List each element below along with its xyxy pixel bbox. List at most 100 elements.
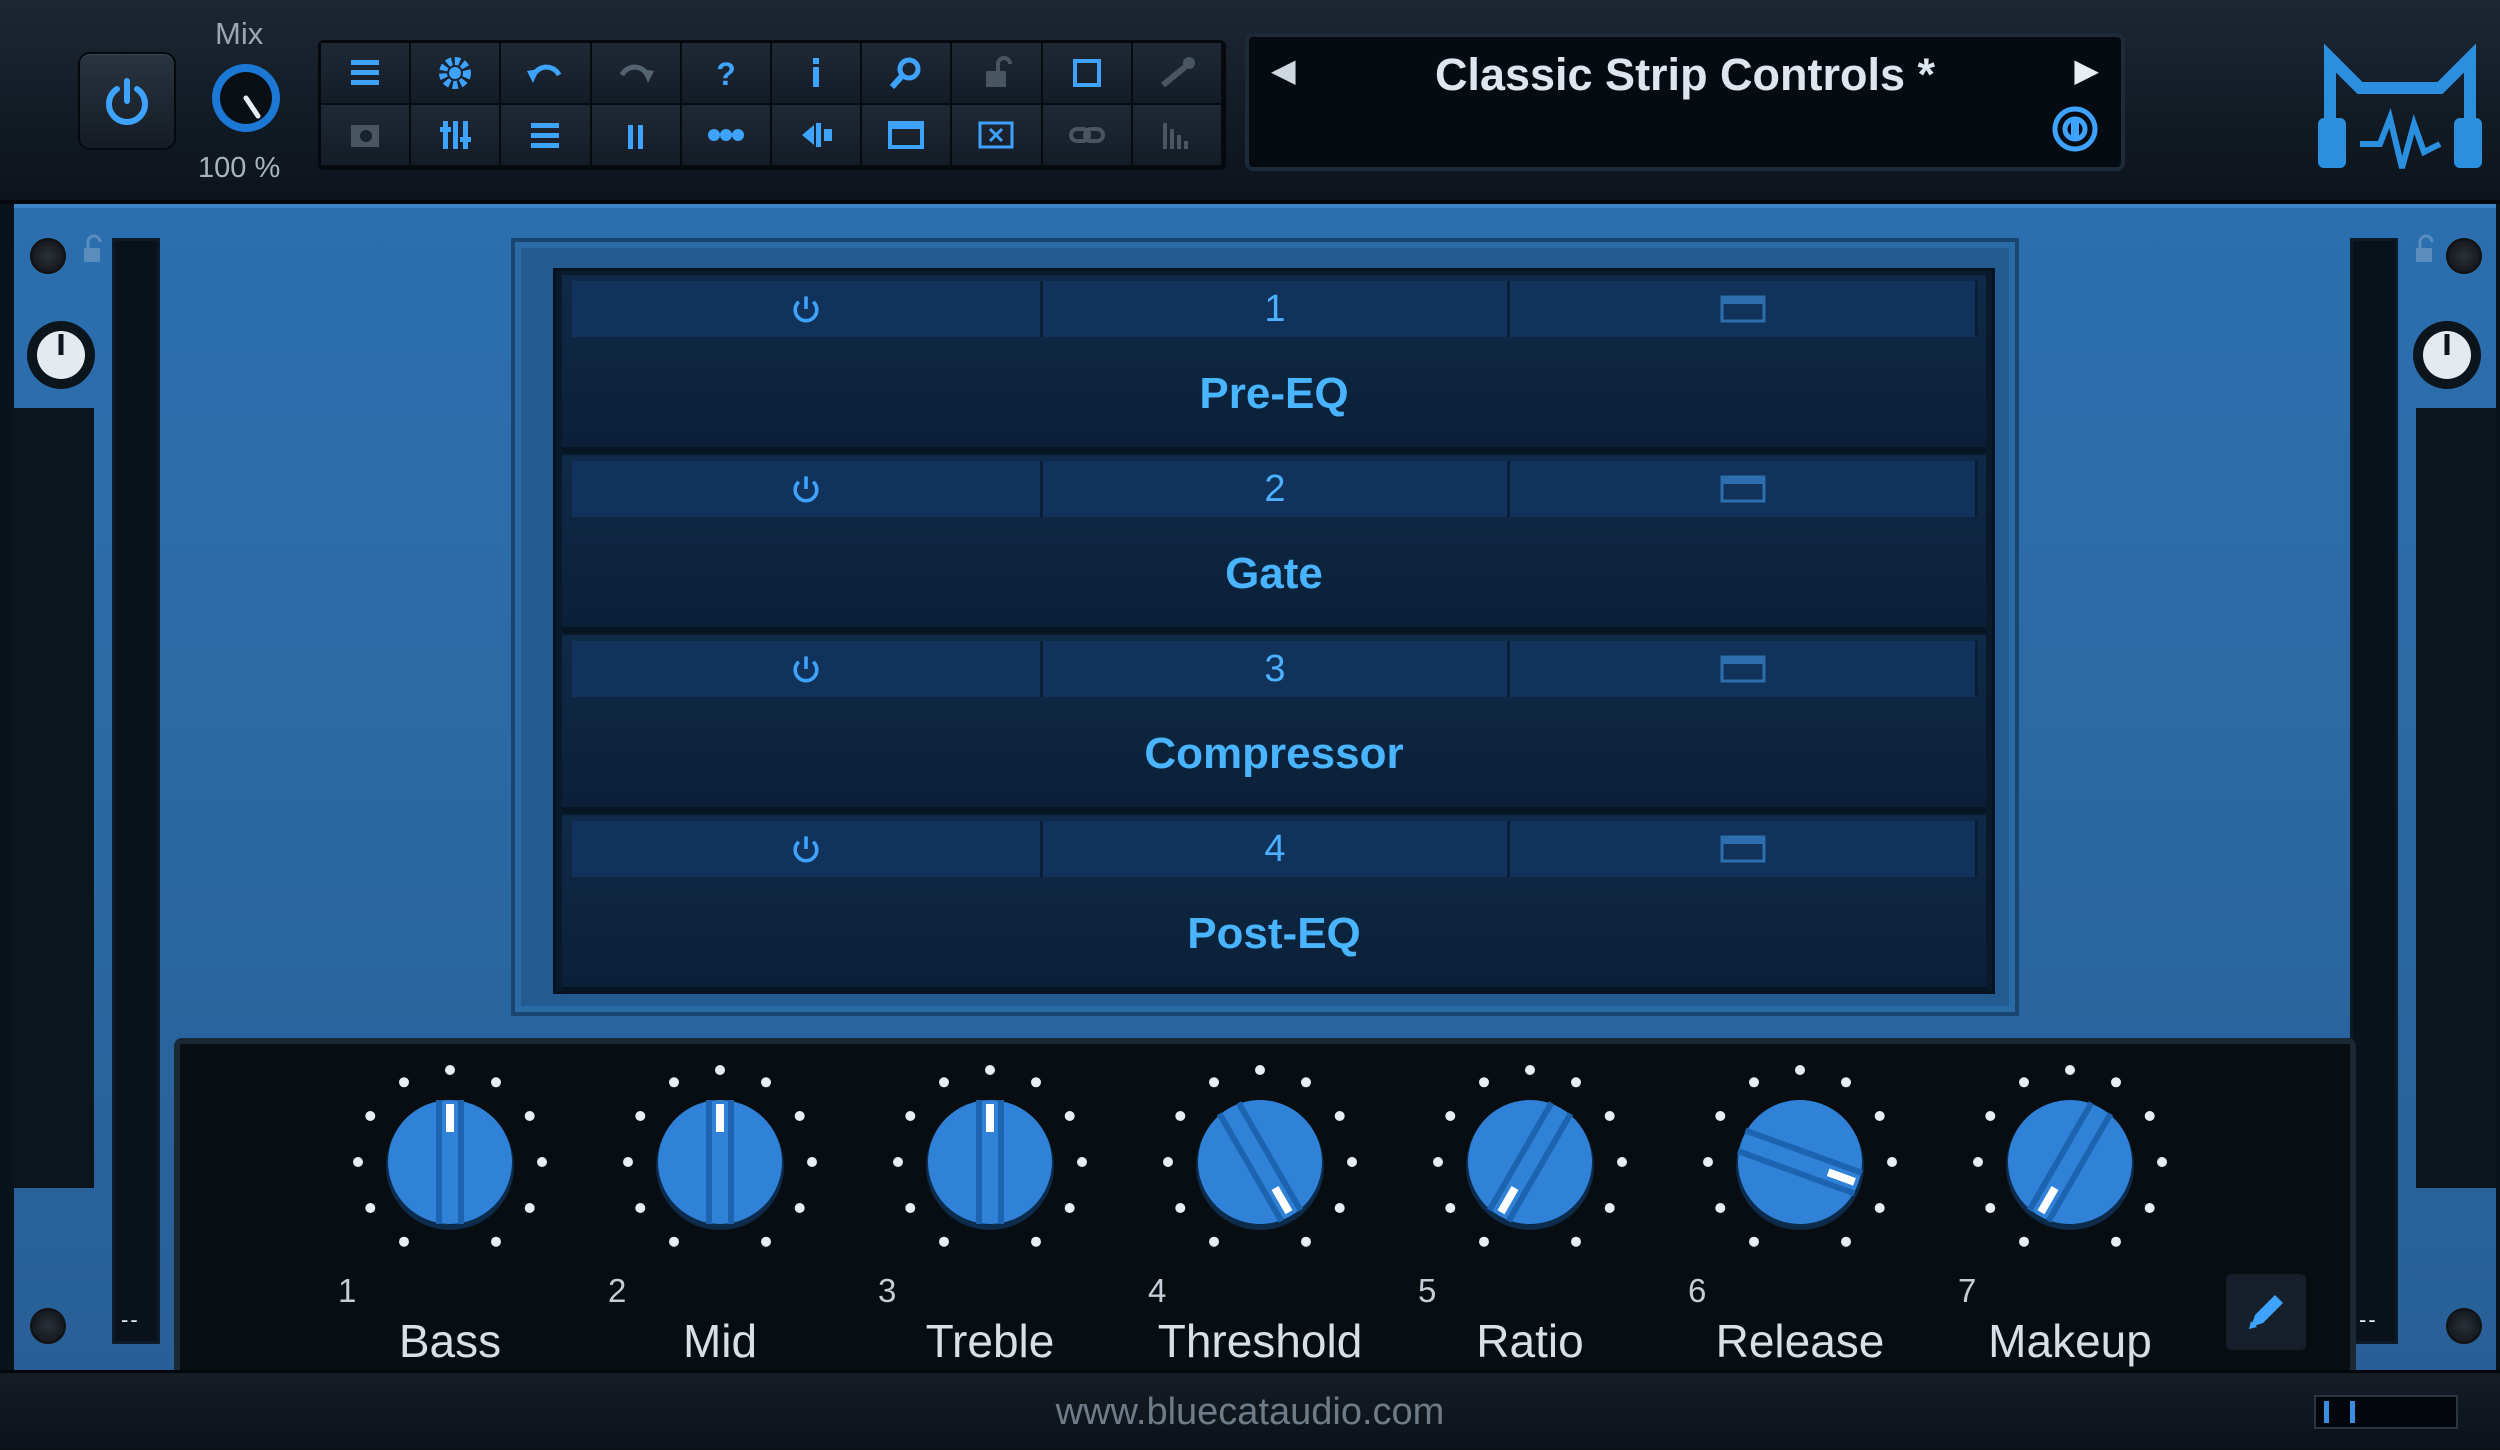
menu-icon <box>351 60 380 85</box>
knob-label: Makeup <box>1988 1315 2152 1367</box>
editor-window-icon <box>1720 655 1765 683</box>
top-bar: Mix 100 % ? ◀ Classic Strip Controls * ▶ <box>0 0 2500 204</box>
grid-button[interactable] <box>501 105 592 167</box>
chain-icon <box>707 129 744 141</box>
slot-bypass-button[interactable] <box>572 461 1043 517</box>
sliders-button[interactable] <box>411 105 502 167</box>
blue-cat-logo <box>2318 43 2482 169</box>
lock-icon[interactable] <box>70 230 110 270</box>
knob-dial[interactable] <box>890 1062 1090 1262</box>
slot-open-editor-button[interactable] <box>1510 821 1978 877</box>
lock-icon[interactable] <box>2406 230 2446 270</box>
knob-label: Mid <box>682 1315 758 1367</box>
power-icon <box>793 656 819 683</box>
right-gain-knob[interactable] <box>2410 318 2484 392</box>
menu-button[interactable] <box>321 43 412 105</box>
meters-icon <box>627 125 643 149</box>
knob-dial[interactable] <box>1430 1062 1630 1262</box>
plugin-slot[interactable]: 2 Gate <box>562 455 1986 633</box>
mix-value: 100 % <box>198 152 281 184</box>
plugin-slot[interactable]: 1 Pre-EQ <box>562 275 1986 453</box>
slot-plugin-name[interactable]: Gate <box>562 549 1986 599</box>
search-button[interactable] <box>862 43 953 105</box>
meters-button[interactable] <box>591 105 682 167</box>
analyzer-button[interactable] <box>1132 105 1223 167</box>
window-button[interactable] <box>1042 43 1133 105</box>
macro-controls: 1 Bass 2 Mid 3 Treble 4 Threshold 5 Rati… <box>174 1038 2356 1380</box>
slot-open-editor-button[interactable] <box>1510 641 1978 697</box>
knob-bass[interactable]: 1 Bass <box>320 1062 580 1367</box>
knob-dial[interactable] <box>1700 1062 1900 1262</box>
lock-button[interactable] <box>952 43 1043 105</box>
knob-mid[interactable]: 2 Mid <box>590 1062 850 1367</box>
knob-dial[interactable] <box>620 1062 820 1262</box>
knob-makeup[interactable]: 7 Makeup <box>1940 1062 2200 1367</box>
knob-label: Ratio <box>1476 1315 1584 1367</box>
slot-bypass-button[interactable] <box>572 281 1043 337</box>
meter-tick <box>2324 1401 2329 1423</box>
slot-index-cell: 4 <box>1043 821 1510 877</box>
undo-button[interactable] <box>501 43 592 105</box>
edit-controls-button[interactable] <box>2226 1274 2306 1350</box>
knob-dial[interactable] <box>1970 1062 2170 1262</box>
left-gain-knob[interactable] <box>24 318 98 392</box>
preset-name[interactable]: Classic Strip Controls * <box>1309 49 2061 101</box>
plugin-slot[interactable]: 3 Compressor <box>562 635 1986 813</box>
slot-bypass-button[interactable] <box>572 821 1043 877</box>
toolbar: ? <box>318 40 1226 170</box>
knob-threshold[interactable]: 4 Threshold <box>1130 1062 1390 1367</box>
slot-bypass-button[interactable] <box>572 641 1043 697</box>
knob-treble[interactable]: 3 Treble <box>860 1062 1120 1367</box>
right-rail <box>2416 408 2496 1188</box>
help-button[interactable]: ? <box>681 43 772 105</box>
knob-release[interactable]: 6 Release <box>1670 1062 1930 1367</box>
slot-index: 2 <box>1264 467 1286 510</box>
website-link[interactable]: www.bluecataudio.com <box>0 1391 2500 1434</box>
knob-dial[interactable] <box>350 1062 550 1262</box>
svg-text:?: ? <box>716 56 736 92</box>
redo-icon <box>619 64 654 83</box>
settings-button[interactable] <box>411 43 502 105</box>
knob-index: 5 <box>1418 1272 1437 1309</box>
analyzer-icon <box>1162 123 1188 149</box>
editor-window-icon <box>1720 295 1765 323</box>
slot-plugin-name[interactable]: Pre-EQ <box>562 369 1986 419</box>
next-preset-button[interactable]: ▶ <box>2074 51 2099 89</box>
screw <box>2446 1308 2482 1344</box>
slot-open-editor-button[interactable] <box>1510 281 1978 337</box>
undo-icon <box>527 64 562 83</box>
preset-selector: ◀ Classic Strip Controls * ▶ <box>1245 33 2125 171</box>
footer: www.bluecataudio.com <box>0 1370 2500 1450</box>
redo-button[interactable] <box>591 43 682 105</box>
editor-window-icon <box>1720 835 1765 863</box>
info-button[interactable] <box>771 43 863 105</box>
editor-window-button[interactable] <box>862 105 953 167</box>
slot-header: 2 <box>572 461 1978 517</box>
left-meter-readout: -- <box>121 1307 140 1332</box>
link-button[interactable] <box>1042 105 1133 167</box>
plugin-slot[interactable]: 4 Post-EQ <box>562 815 1986 993</box>
bypass-power-button[interactable] <box>78 52 176 150</box>
wrench-button[interactable] <box>1132 43 1223 105</box>
left-rail <box>14 408 94 1188</box>
knob-ratio[interactable]: 5 Ratio <box>1400 1062 1660 1367</box>
slot-open-editor-button[interactable] <box>1510 461 1978 517</box>
presets-browser-button[interactable] <box>321 105 412 167</box>
knob-index: 7 <box>1958 1272 1977 1309</box>
screw <box>30 1308 66 1344</box>
info-icon <box>813 58 820 87</box>
chain-button[interactable] <box>681 105 772 167</box>
mix-knob[interactable] <box>208 60 284 136</box>
close-window-button[interactable] <box>952 105 1043 167</box>
knob-index: 4 <box>1148 1272 1167 1309</box>
midi-button[interactable] <box>771 105 863 167</box>
knob-label: Release <box>1715 1315 1885 1367</box>
previous-preset-button[interactable]: ◀ <box>1271 51 1296 89</box>
slot-plugin-name[interactable]: Post-EQ <box>562 909 1986 959</box>
window-icon <box>1072 59 1101 87</box>
knob-index: 6 <box>1688 1272 1707 1309</box>
preset-sync-icon[interactable] <box>2049 103 2101 155</box>
knob-dial[interactable] <box>1160 1062 1360 1262</box>
slot-plugin-name[interactable]: Compressor <box>562 729 1986 779</box>
slot-index: 3 <box>1264 647 1286 690</box>
